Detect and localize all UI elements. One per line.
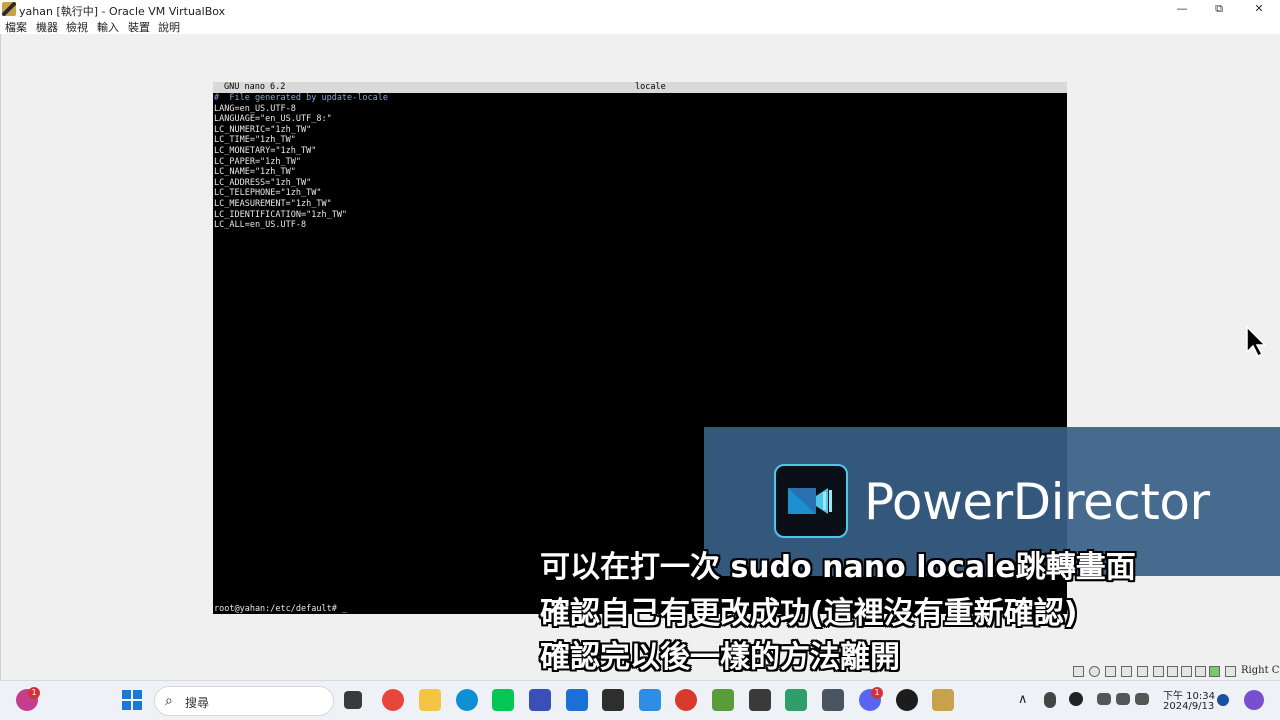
line-icon[interactable]	[492, 689, 514, 711]
chat-badge: 1	[28, 687, 40, 699]
usb-icon[interactable]	[1137, 666, 1148, 677]
menu-input[interactable]: 輸入	[97, 19, 119, 35]
restore-button[interactable]: ⧉	[1199, 0, 1239, 18]
shell-prompt: root@yahan:/etc/default# _	[214, 604, 348, 614]
audio-icon[interactable]	[1105, 666, 1116, 677]
start-button[interactable]	[121, 689, 143, 711]
keyboard-icon[interactable]	[1225, 666, 1236, 677]
window-title: yahan [執行中] - Oracle VM VirtualBox	[19, 5, 226, 18]
file-line: LC_IDENTIFICATION="1zh_TW"	[214, 209, 348, 220]
virtualbox-app-icon	[2, 2, 16, 16]
display-icon[interactable]	[1167, 666, 1178, 677]
app-icon[interactable]	[785, 689, 807, 711]
file-explorer-icon[interactable]	[419, 689, 441, 711]
file-line: LC_TIME="1zh_TW"	[214, 135, 296, 146]
file-line: LC_PAPER="1zh_TW"	[214, 156, 301, 167]
tray-date[interactable]: 2024/9/13	[1163, 701, 1214, 712]
chrome-icon[interactable]	[382, 689, 404, 711]
discord-badge: 1	[871, 687, 883, 699]
file-line: LANGUAGE="en_US.UTF_8:"	[214, 114, 332, 125]
tray-overflow-chevron-icon[interactable]: ∧	[1018, 692, 1028, 707]
window-title-bar[interactable]: yahan [執行中] - Oracle VM VirtualBox — ⧉ ✕	[0, 0, 1280, 18]
subtitle-line-3: 確認完以後一樣的方法離開	[540, 640, 900, 675]
app-icon[interactable]	[675, 689, 697, 711]
subtitle-line-2: 確認自己有更改成功(這裡沒有重新確認)	[540, 596, 1078, 631]
menu-view[interactable]: 檢視	[66, 19, 88, 35]
minimize-button[interactable]: —	[1162, 0, 1202, 18]
file-line: LC_MEASUREMENT="1zh_TW"	[214, 199, 332, 209]
recording-icon[interactable]	[1181, 666, 1192, 677]
battery-icon[interactable]	[1135, 693, 1149, 705]
taskbar-search[interactable]: ⌕ 搜尋	[154, 686, 334, 716]
file-line: LANG=en_US.UTF-8	[214, 103, 296, 114]
menu-devices[interactable]: 裝置	[128, 19, 150, 35]
windows-taskbar: 1 ⌕ 搜尋 1 ∧ 下午 10:34 2024/9/13	[0, 680, 1280, 720]
copilot-icon[interactable]	[1244, 690, 1264, 710]
minecraft-icon[interactable]	[712, 689, 734, 711]
mouse-integration-icon[interactable]	[1209, 666, 1220, 677]
app-icon[interactable]	[749, 689, 771, 711]
virtualbox-vm-icon[interactable]	[932, 689, 954, 711]
tray-close-icon[interactable]	[1069, 692, 1083, 706]
file-line: LC_NAME="1zh_TW"	[214, 167, 296, 178]
tray-time[interactable]: 下午 10:34	[1163, 687, 1215, 702]
app-icon[interactable]	[896, 689, 918, 711]
search-icon: ⌕	[165, 693, 173, 709]
network-icon[interactable]	[1121, 666, 1132, 677]
nano-header-bar: GNU nano 6.2 locale	[213, 82, 1067, 93]
close-icon: ✕	[1254, 2, 1264, 15]
app-icon[interactable]	[566, 689, 588, 711]
volume-icon[interactable]	[1116, 693, 1130, 705]
file-line: LC_NUMERIC="1zh_TW"	[214, 124, 312, 135]
menu-bar: 檔案 機器 檢視 輸入 裝置 說明	[0, 18, 1280, 34]
vscode-icon[interactable]	[639, 689, 661, 711]
task-view-icon[interactable]	[344, 691, 362, 709]
virtualbox-cube-icon[interactable]	[822, 689, 844, 711]
subtitle-line-1: 可以在打一次 sudo nano locale跳轉畫面	[540, 550, 1136, 585]
host-key-label: Right Ctrl	[1241, 665, 1280, 676]
nano-version: GNU nano 6.2	[224, 82, 286, 92]
nano-filename: locale	[635, 82, 666, 92]
powerdirector-brand: PowerDirector	[864, 473, 1210, 531]
menu-file[interactable]: 檔案	[5, 19, 27, 35]
close-button[interactable]: ✕	[1239, 0, 1279, 18]
optical-drive-icon[interactable]	[1089, 666, 1100, 677]
menu-help[interactable]: 說明	[158, 19, 180, 35]
menu-machine[interactable]: 機器	[36, 19, 58, 35]
file-line: LC_MONETARY="1zh_TW"	[214, 146, 317, 156]
app-icon[interactable]	[529, 689, 551, 711]
app-icon[interactable]	[602, 689, 624, 711]
edge-icon[interactable]	[456, 689, 478, 711]
mouse-pointer-icon	[1246, 325, 1268, 362]
restore-icon: ⧉	[1215, 2, 1223, 15]
cpu-icon[interactable]	[1195, 666, 1206, 677]
minimize-icon: —	[1176, 2, 1188, 15]
file-line: # File generated by update-locale	[214, 93, 388, 103]
hard-disk-icon[interactable]	[1073, 666, 1084, 677]
shared-folders-icon[interactable]	[1153, 666, 1164, 677]
file-line: LC_ALL=en_US.UTF-8	[214, 220, 307, 231]
search-placeholder: 搜尋	[185, 696, 210, 710]
notification-bell-icon[interactable]	[1217, 694, 1229, 706]
wifi-icon[interactable]	[1097, 693, 1111, 705]
file-line: LC_TELEPHONE="1zh_TW"	[214, 188, 322, 199]
microphone-icon[interactable]	[1044, 692, 1056, 708]
powerdirector-logo-icon	[774, 464, 848, 538]
file-line: LC_ADDRESS="1zh_TW"	[214, 177, 312, 188]
